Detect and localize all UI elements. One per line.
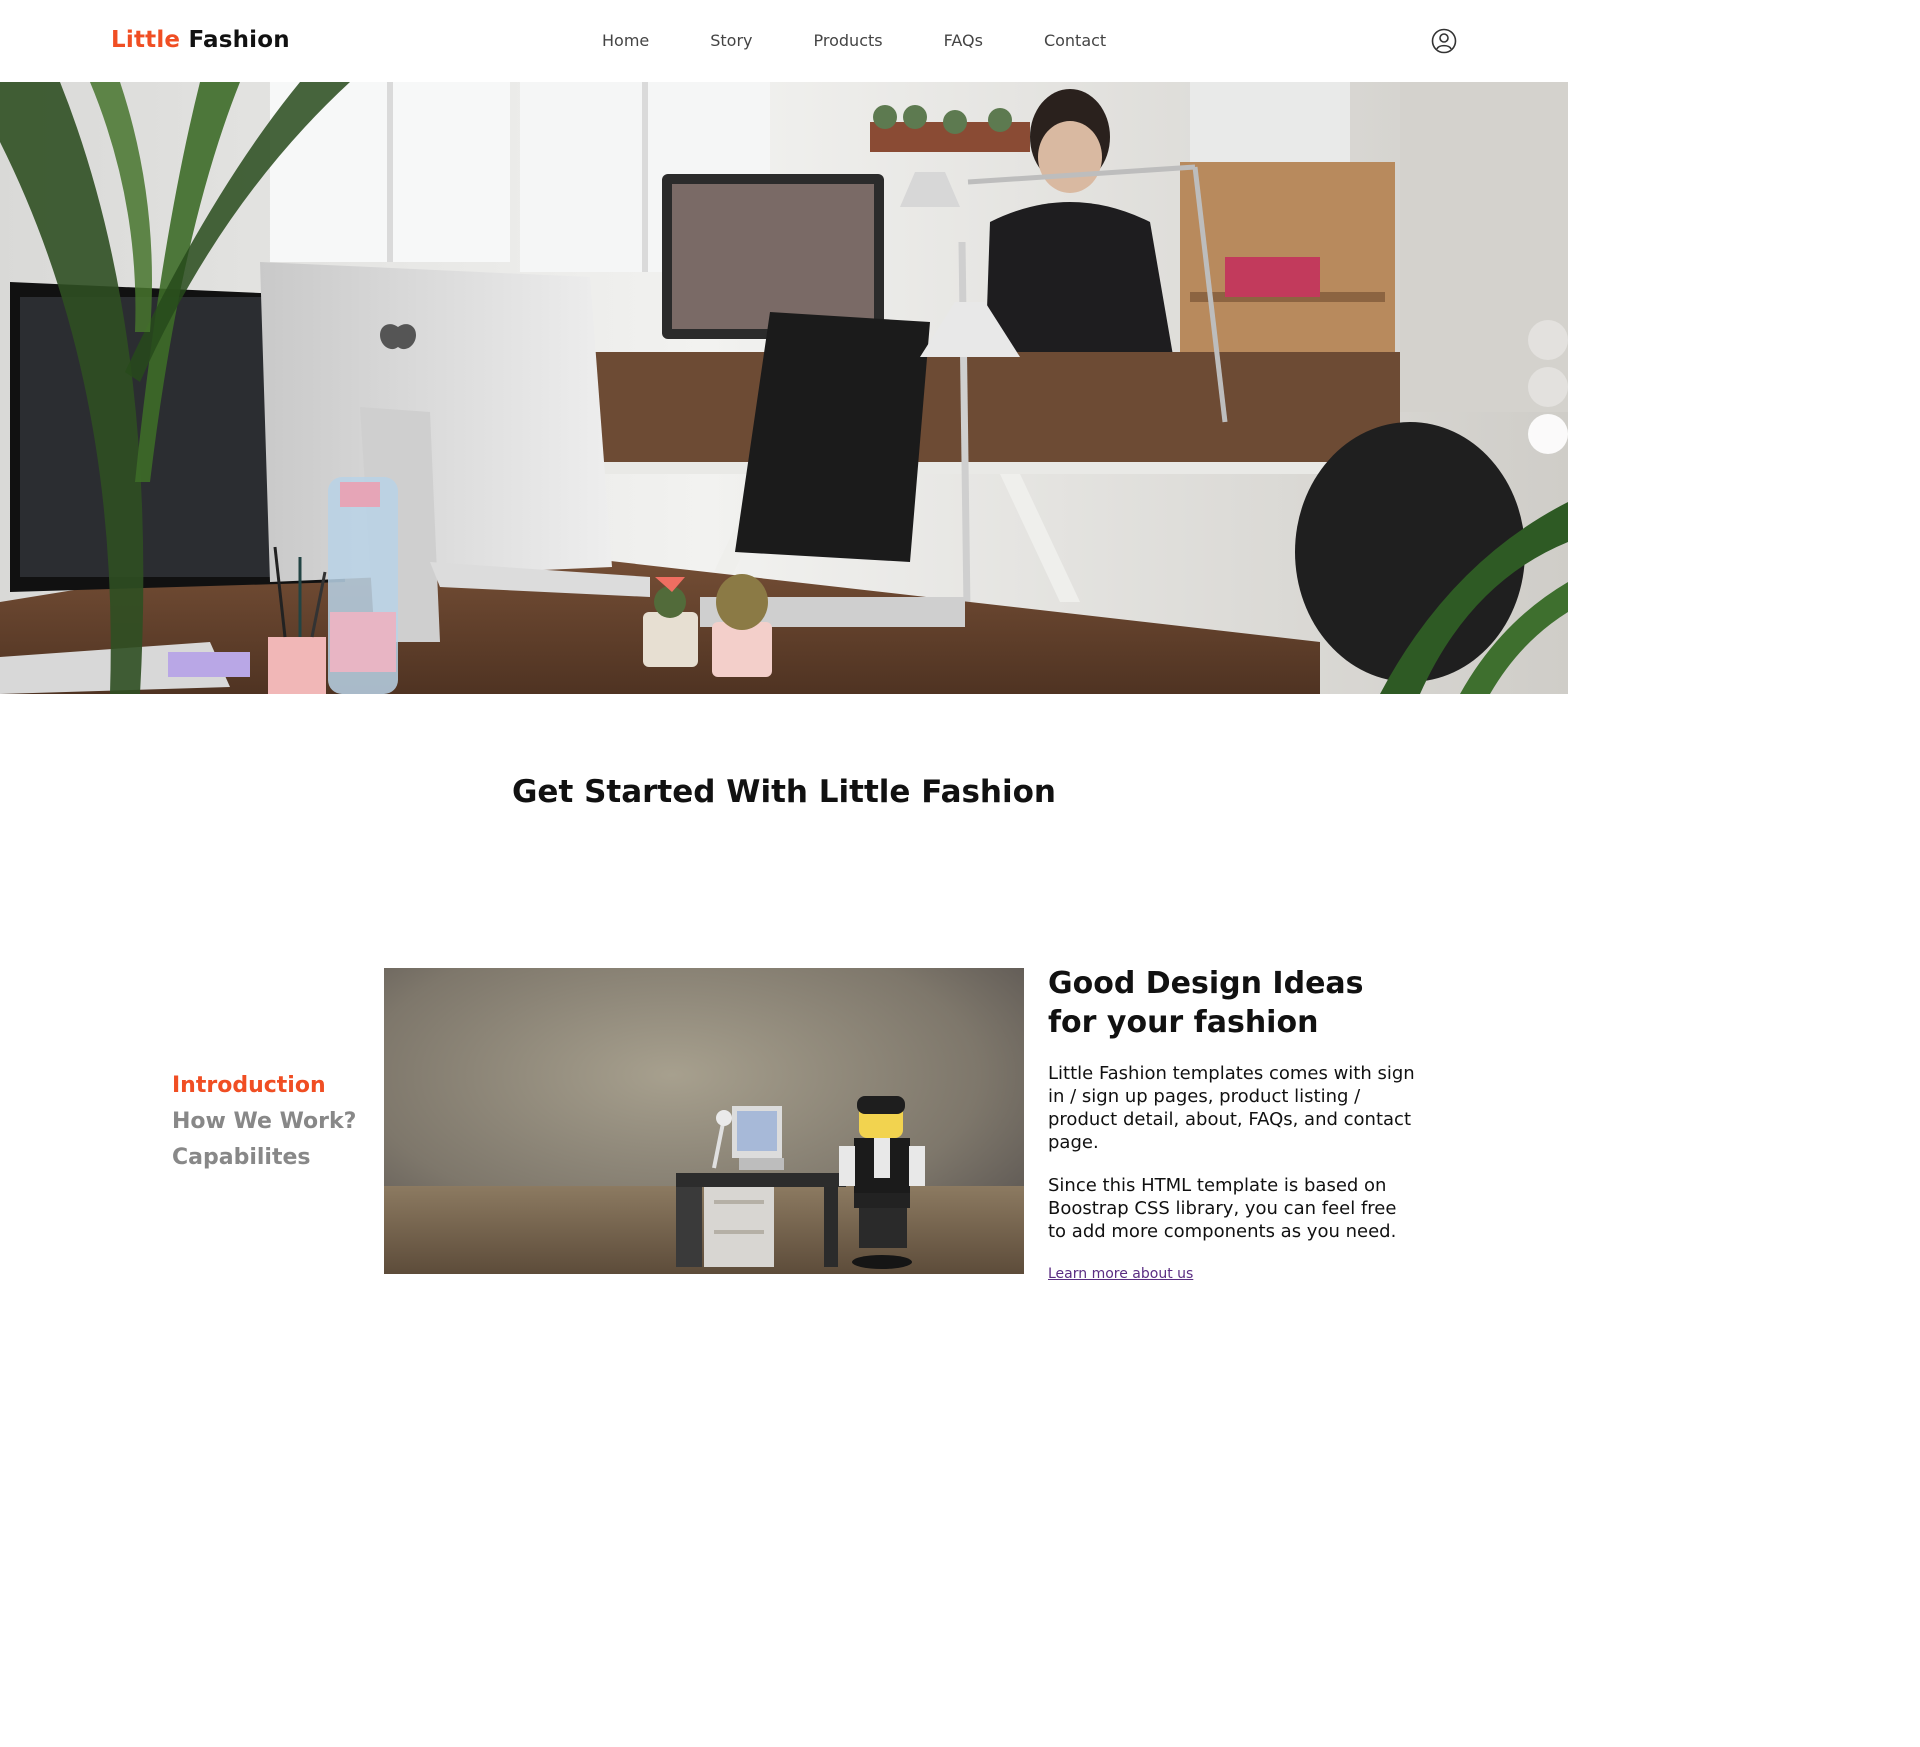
nav-link-story[interactable]: Story [710, 31, 752, 50]
carousel-dot-1[interactable] [1528, 320, 1568, 360]
navbar: Little Fashion Home Story Products FAQs … [0, 0, 1568, 82]
nav-link-products[interactable]: Products [814, 31, 883, 50]
nav-link-contact[interactable]: Contact [1044, 31, 1106, 50]
carousel-dot-3[interactable] [1528, 414, 1568, 454]
main-nav: Home Story Products FAQs Contact [602, 31, 1106, 50]
hero-carousel [0, 82, 1568, 694]
side-nav-how-we-work[interactable]: How We Work? [172, 1104, 356, 1140]
section-title: Get Started With Little Fashion [511, 774, 1056, 810]
nav-link-home[interactable]: Home [602, 31, 649, 50]
intro-content: Good Design Ideas for your fashion Littl… [1048, 964, 1418, 1282]
carousel-dot-2[interactable] [1528, 367, 1568, 407]
learn-more-link[interactable]: Learn more about us [1048, 1266, 1193, 1282]
hero-image [0, 82, 1568, 694]
brand-logo[interactable]: Little Fashion [111, 27, 290, 53]
side-nav-introduction[interactable]: Introduction [172, 1068, 356, 1104]
brand-accent-text: Little [111, 27, 181, 53]
side-nav-capabilities[interactable]: Capabilites [172, 1140, 356, 1176]
intro-paragraph-1: Little Fashion templates comes with sign… [1048, 1063, 1415, 1153]
nav-link-faqs[interactable]: FAQs [944, 31, 983, 50]
user-circle-icon [1431, 28, 1457, 54]
user-account-button[interactable] [1431, 28, 1457, 54]
intro-paragraph-2: Since this HTML template is based on Boo… [1048, 1175, 1397, 1242]
intro-image [384, 968, 1024, 1274]
section-side-nav: Introduction How We Work? Capabilites [172, 1068, 356, 1176]
intro-heading: Good Design Ideas for your fashion [1048, 966, 1364, 1040]
brand-text: Fashion [188, 27, 290, 53]
carousel-indicators [1518, 320, 1568, 461]
